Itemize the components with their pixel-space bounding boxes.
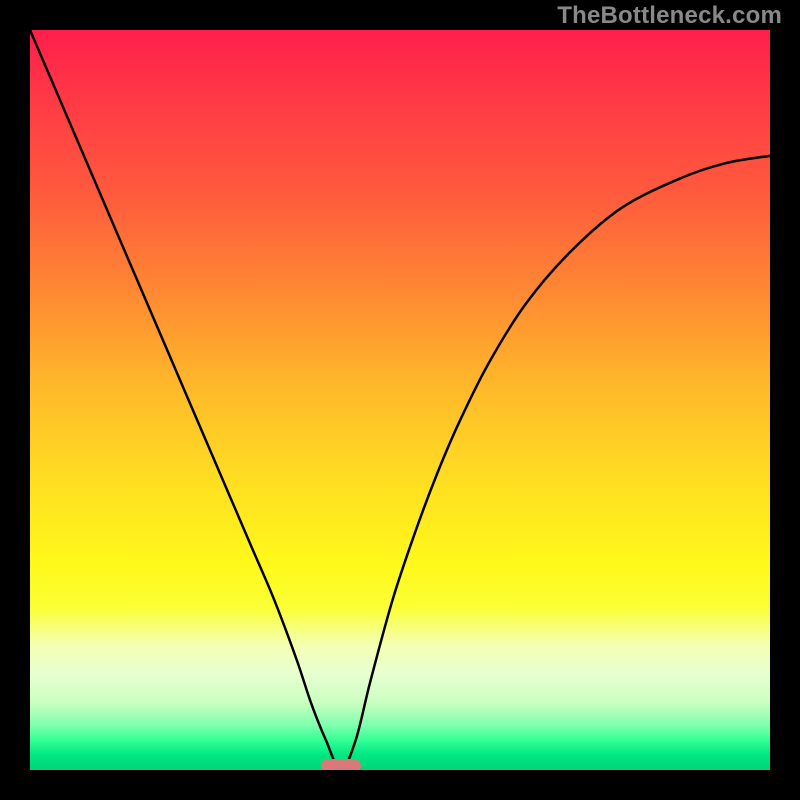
optimal-point-marker: [321, 759, 361, 770]
chart-frame: TheBottleneck.com: [0, 0, 800, 800]
bottleneck-curve: [30, 30, 770, 770]
watermark-text: TheBottleneck.com: [557, 2, 782, 30]
plot-area: [30, 30, 770, 770]
